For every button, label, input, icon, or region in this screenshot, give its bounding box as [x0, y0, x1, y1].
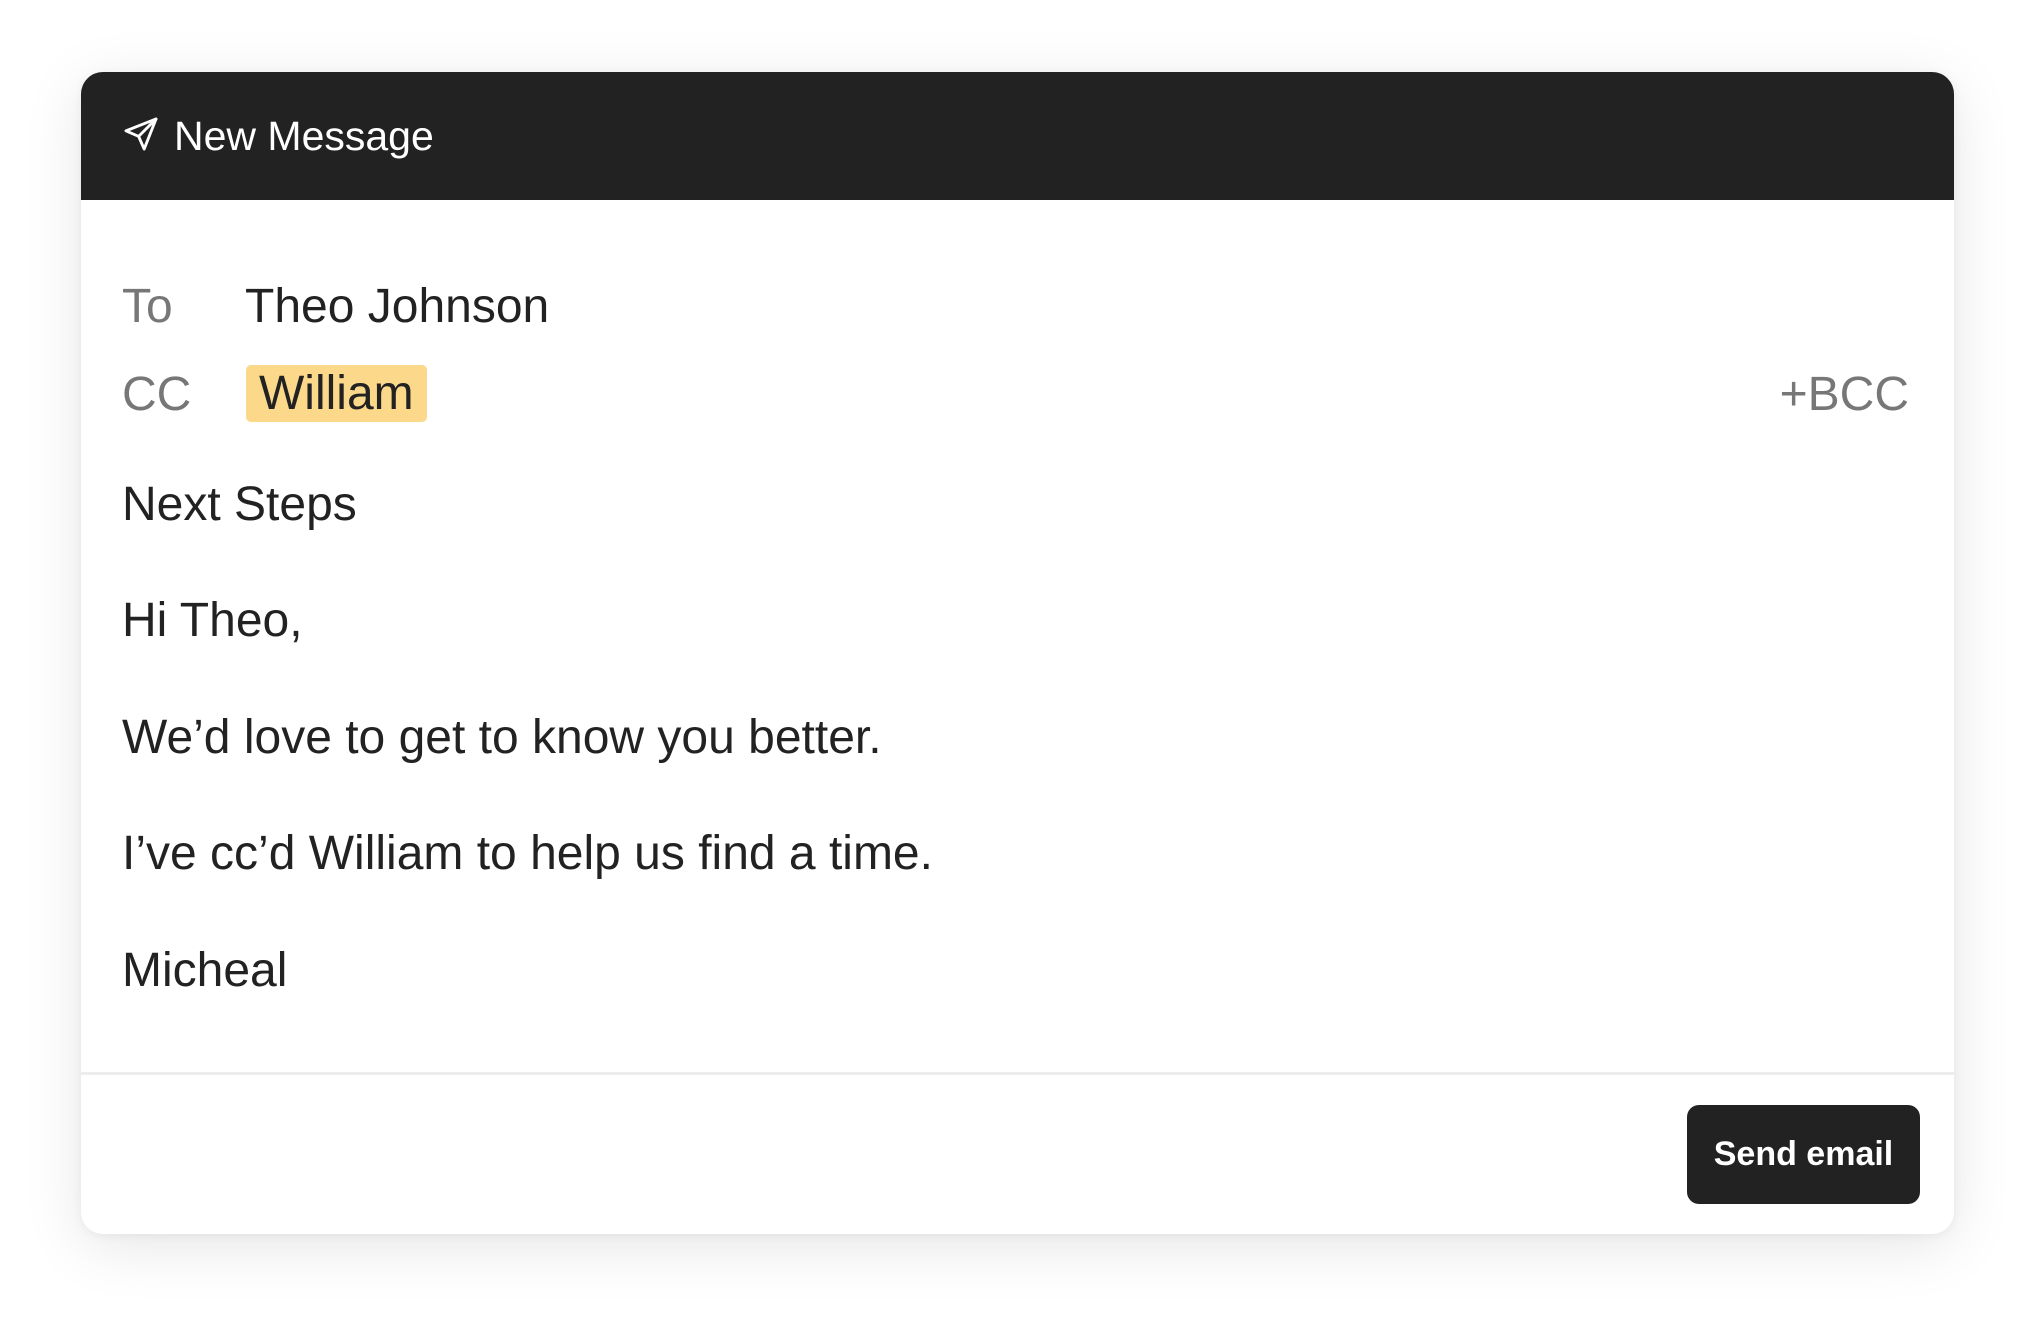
to-field[interactable]: Theo Johnson	[245, 279, 549, 334]
cc-label: CC	[122, 368, 192, 421]
footer-divider	[81, 1072, 1954, 1075]
add-bcc-button[interactable]: +BCC	[1780, 367, 1909, 422]
body-signature[interactable]: Micheal	[122, 943, 287, 998]
subject-field[interactable]: Next Steps	[122, 477, 357, 532]
body-paragraph[interactable]: We’d love to get to know you better.	[122, 710, 882, 765]
to-label: To	[122, 280, 173, 333]
send-icon	[124, 117, 158, 151]
body-paragraph[interactable]: I’ve cc’d William to help us find a time…	[122, 826, 933, 881]
compose-title: New Message	[174, 113, 434, 159]
cc-recipient-chip[interactable]: William	[246, 365, 427, 422]
compose-header: New Message	[81, 72, 1954, 200]
send-email-button[interactable]: Send email	[1687, 1105, 1920, 1204]
body-greeting[interactable]: Hi Theo,	[122, 593, 303, 648]
compose-window: New Message To Theo Johnson CC William +…	[81, 72, 1954, 1234]
